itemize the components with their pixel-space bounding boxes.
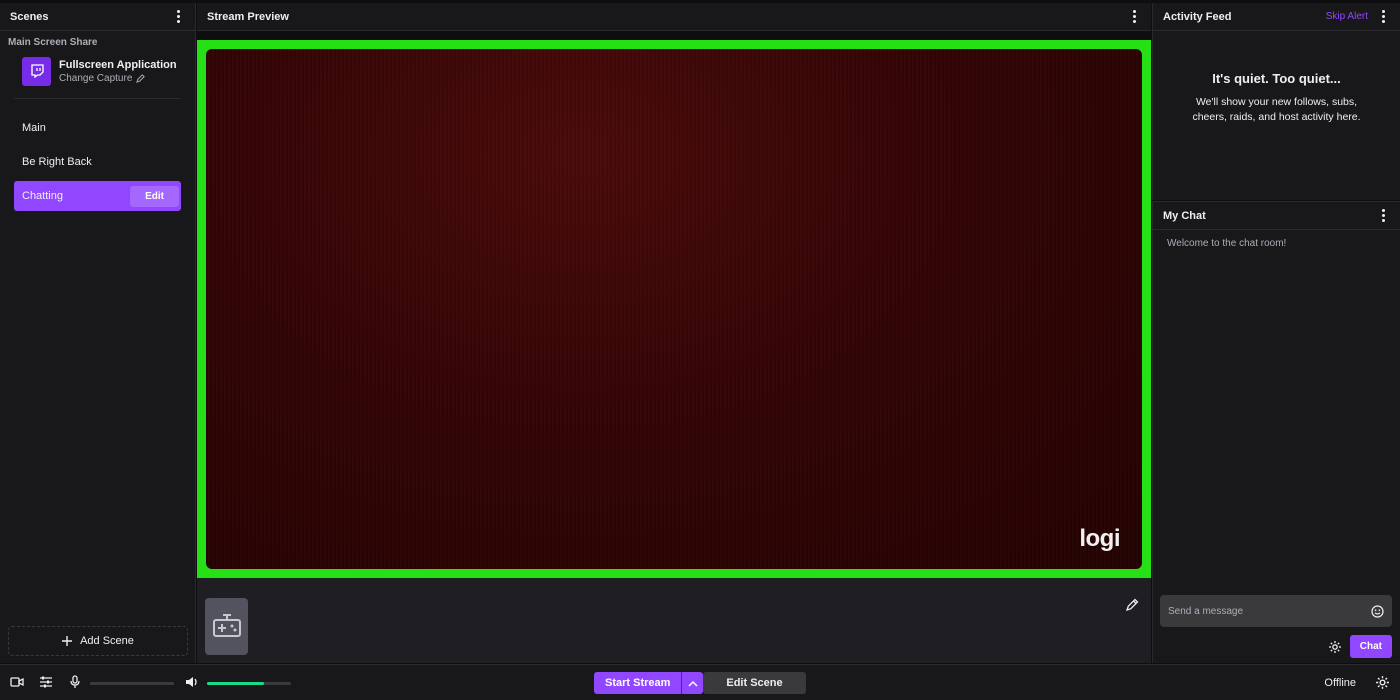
scene-label: Be Right Back [22, 156, 92, 168]
chat-menu-icon[interactable] [1376, 209, 1390, 223]
chat-controls: Chat [1328, 635, 1392, 658]
gamepad-icon [212, 613, 241, 637]
stream-status-label: Offline [1324, 677, 1356, 689]
logi-logo: logi [1079, 525, 1120, 552]
chevron-up-icon [688, 680, 698, 687]
scene-list: Main Be Right Back Chatting Edit [0, 113, 195, 211]
start-stream-button[interactable]: Start Stream [594, 672, 682, 694]
divider [14, 98, 181, 99]
activity-menu-icon[interactable] [1376, 10, 1390, 24]
chat-header: My Chat [1153, 202, 1400, 230]
chat-title: My Chat [1163, 209, 1206, 222]
sliders-settings-icon[interactable] [39, 675, 53, 689]
activity-title: Activity Feed [1163, 10, 1232, 23]
edit-sources-pencil-icon[interactable] [1125, 598, 1139, 616]
settings-gear-icon[interactable] [1375, 675, 1390, 690]
scene-item-main[interactable]: Main [14, 113, 181, 143]
volume-level-fill [207, 682, 265, 685]
change-capture-link[interactable]: Change Capture [59, 73, 177, 84]
source-title: Fullscreen Application [59, 58, 177, 71]
scenes-panel: Scenes Main Screen Share Fullscreen Appl… [0, 3, 196, 663]
stream-preview-canvas: logi [206, 49, 1142, 569]
start-stream-group: Start Stream [594, 672, 704, 694]
empty-state-body: We'll show your new follows, subs, cheer… [1192, 96, 1361, 123]
speaker-volume-icon[interactable] [185, 675, 199, 689]
mic-level-slider[interactable] [90, 682, 174, 685]
sources-strip [197, 578, 1151, 663]
preview-title: Stream Preview [207, 10, 289, 23]
microphone-icon[interactable] [68, 675, 82, 689]
edit-scene-item-button[interactable]: Edit [130, 185, 179, 207]
scene-item-be-right-back[interactable]: Be Right Back [14, 147, 181, 177]
skip-alert-button[interactable]: Skip Alert [1326, 11, 1368, 22]
chat-settings-gear-icon[interactable] [1328, 640, 1342, 654]
preview-header: Stream Preview [197, 3, 1151, 31]
stream-options-button[interactable] [681, 672, 704, 694]
scene-label: Main [22, 122, 46, 134]
scene-item-chatting[interactable]: Chatting Edit [14, 181, 181, 211]
scene-label: Chatting [22, 190, 63, 202]
volume-slider[interactable] [207, 682, 291, 685]
edit-scene-button[interactable]: Edit Scene [703, 672, 806, 694]
camera-icon[interactable] [10, 675, 24, 689]
preview-menu-icon[interactable] [1127, 10, 1141, 24]
scenes-menu-icon[interactable] [171, 10, 185, 24]
source-item-fullscreen[interactable]: Fullscreen Application Change Capture [22, 56, 195, 86]
change-capture-label: Change Capture [59, 72, 133, 84]
plus-icon [62, 636, 73, 646]
emote-smiley-icon[interactable] [1371, 604, 1384, 618]
bottom-control-bar: Start Stream Edit Scene Offline [0, 664, 1400, 700]
chat-input-placeholder: Send a message [1168, 605, 1244, 617]
add-scene-label: Add Scene [80, 635, 134, 647]
chat-welcome-message: Welcome to the chat room! [1167, 238, 1287, 249]
chat-panel: My Chat Welcome to the chat room! Send a… [1152, 201, 1400, 663]
section-label: Main Screen Share [8, 37, 98, 48]
chat-send-button[interactable]: Chat [1349, 635, 1392, 658]
pencil-icon [136, 73, 146, 83]
chat-message-input[interactable]: Send a message [1160, 595, 1392, 627]
twitch-glitch-icon [22, 56, 51, 86]
stream-preview-frame[interactable]: logi [197, 40, 1151, 578]
activity-header: Activity Feed Skip Alert [1153, 3, 1400, 31]
activity-feed-panel: Activity Feed Skip Alert It's quiet. Too… [1152, 3, 1400, 200]
add-scene-button[interactable]: Add Scene [8, 626, 188, 656]
scenes-title: Scenes [10, 10, 49, 23]
source-thumbnail[interactable] [205, 598, 248, 655]
empty-state-title: It's quiet. Too quiet... [1212, 71, 1341, 86]
scenes-header: Scenes [0, 3, 195, 31]
